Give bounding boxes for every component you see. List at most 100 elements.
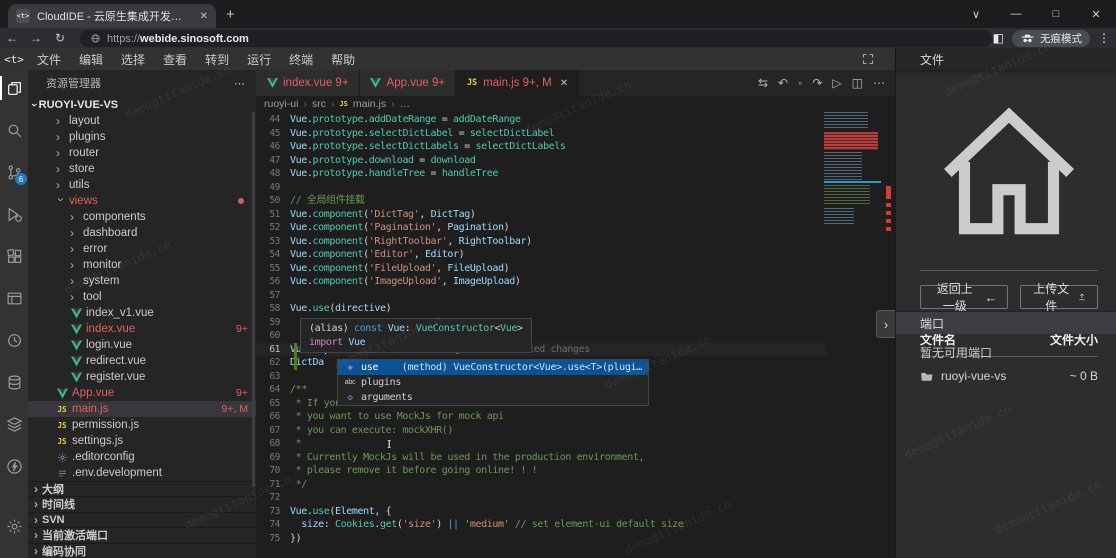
section-2[interactable]: ›SVN bbox=[28, 512, 256, 528]
incognito-badge: 无痕模式 bbox=[1012, 30, 1090, 47]
nav-back-icon[interactable]: ↶ bbox=[778, 76, 788, 90]
breadcrumb[interactable]: ruoyi-ui›src›JSmain.js›… bbox=[256, 96, 895, 112]
explorer-icon[interactable] bbox=[0, 76, 28, 100]
history-icon[interactable] bbox=[0, 328, 28, 352]
menu-item-6[interactable]: 终端 bbox=[280, 48, 322, 70]
tree-item-.env.development[interactable]: .env.development bbox=[28, 465, 256, 481]
file-row-ruoyi-vue-vs[interactable]: ruoyi-vue-vs~ 0 B bbox=[920, 369, 1098, 383]
sidebar-scrollbar[interactable] bbox=[252, 112, 255, 487]
suggest-item-use[interactable]: ◈use(method) VueConstructor<Vue>.use<T>(… bbox=[338, 360, 648, 375]
browser-menu-icon[interactable]: ⋮ bbox=[1098, 31, 1110, 45]
tree-item-monitor[interactable]: ›monitor bbox=[28, 257, 256, 273]
tree-item-layout[interactable]: ›layout bbox=[28, 113, 256, 129]
menu-item-7[interactable]: 帮助 bbox=[322, 48, 364, 70]
line-number: 46 bbox=[256, 140, 290, 154]
tree-item-login.vue[interactable]: login.vue bbox=[28, 337, 256, 353]
tree-item-store[interactable]: ›store bbox=[28, 161, 256, 177]
minimap[interactable] bbox=[824, 112, 881, 292]
nav-forward-icon[interactable]: ↷ bbox=[812, 76, 822, 90]
tree-item-views[interactable]: ›views bbox=[28, 193, 256, 209]
tree-item-permission.js[interactable]: JSpermission.js bbox=[28, 417, 256, 433]
panel-expand-chevron[interactable]: › bbox=[876, 310, 895, 338]
code-line-44: 44Vue.prototype.addDateRange = addDateRa… bbox=[256, 113, 826, 127]
menu-item-4[interactable]: 转到 bbox=[196, 48, 238, 70]
tree-item-App.vue[interactable]: App.vue9+ bbox=[28, 385, 256, 401]
menu-item-2[interactable]: 选择 bbox=[112, 48, 154, 70]
tree-item-index.vue[interactable]: index.vue9+ bbox=[28, 321, 256, 337]
browser-tab[interactable]: <t> CloudIDE - 云原生集成开发环境 ✕ bbox=[8, 4, 216, 28]
tree-item-utils[interactable]: ›utils bbox=[28, 177, 256, 193]
section-3[interactable]: ›当前激活端口 bbox=[28, 527, 256, 543]
tree-item-register.vue[interactable]: register.vue bbox=[28, 369, 256, 385]
code-line-50: 50// 全局组件挂载 bbox=[256, 194, 826, 208]
split-editor-icon[interactable]: ◫ bbox=[852, 76, 863, 90]
editor-tab-main.js[interactable]: JSmain.js 9+, M✕ bbox=[456, 70, 579, 96]
more-actions-icon[interactable]: ⋯ bbox=[873, 76, 885, 90]
tree-item-error[interactable]: ›error bbox=[28, 241, 256, 257]
tree-item-components[interactable]: ›components bbox=[28, 209, 256, 225]
menu-item-3[interactable]: 查看 bbox=[154, 48, 196, 70]
tree-item-router[interactable]: ›router bbox=[28, 145, 256, 161]
database-icon[interactable] bbox=[0, 370, 28, 394]
tree-item-plugins[interactable]: ›plugins bbox=[28, 129, 256, 145]
tree-root-ruoyi-vue-vs[interactable]: › RUOYI-VUE-VS bbox=[28, 96, 256, 113]
explorer-more-icon[interactable]: ⋯ bbox=[234, 77, 246, 90]
chevron-right-icon: › bbox=[56, 178, 65, 192]
source-control-icon[interactable]: 6 bbox=[0, 160, 28, 184]
breadcrumb-item[interactable]: … bbox=[400, 98, 411, 110]
tree-item-main.js[interactable]: JSmain.js9+, M bbox=[28, 401, 256, 417]
tab-close-icon[interactable]: ✕ bbox=[200, 11, 208, 22]
fullscreen-icon[interactable] bbox=[862, 53, 874, 65]
tree-item-system[interactable]: ›system bbox=[28, 273, 256, 289]
suggest-item-arguments[interactable]: ◇arguments bbox=[338, 390, 648, 405]
breadcrumb-item[interactable]: src bbox=[312, 98, 326, 110]
window-close-icon[interactable]: ✕ bbox=[1076, 0, 1116, 28]
settings-icon[interactable] bbox=[0, 514, 28, 538]
globe-icon bbox=[90, 33, 101, 44]
upload-file-button[interactable]: 上传文件 bbox=[1020, 285, 1098, 309]
section-0[interactable]: ›大纲 bbox=[28, 481, 256, 497]
menu-item-0[interactable]: 文件 bbox=[28, 48, 70, 70]
back-up-level-button[interactable]: 返回上一级 ← bbox=[920, 285, 1008, 309]
breadcrumb-item[interactable]: main.js bbox=[353, 98, 386, 110]
window-chevron-icon[interactable]: ∨ bbox=[956, 0, 996, 28]
line-number: 45 bbox=[256, 127, 290, 141]
preview-icon[interactable] bbox=[0, 286, 28, 310]
browser-back-icon[interactable]: ← bbox=[0, 31, 24, 45]
compare-icon[interactable]: ⇆ bbox=[758, 76, 768, 90]
extensions-icon[interactable] bbox=[0, 244, 28, 268]
search-icon[interactable] bbox=[0, 118, 28, 142]
tree-item-tool[interactable]: ›tool bbox=[28, 289, 256, 305]
browser-reload-icon[interactable]: ↻ bbox=[48, 31, 72, 45]
ports-section-header[interactable]: 端口 bbox=[896, 311, 1116, 334]
editor-tab-App.vue[interactable]: App.vue 9+ bbox=[360, 70, 457, 96]
run-debug-icon[interactable] bbox=[0, 202, 28, 226]
section-1[interactable]: ›时间线 bbox=[28, 496, 256, 512]
address-bar[interactable]: https://webide.sinosoft.com bbox=[80, 30, 992, 47]
new-tab-button[interactable]: + bbox=[226, 6, 235, 23]
section-4[interactable]: ›编码协同 bbox=[28, 543, 256, 558]
nav-dot-icon[interactable]: ◦ bbox=[798, 76, 802, 90]
layers-icon[interactable] bbox=[0, 412, 28, 436]
editor-group[interactable]: index.vue 9+App.vue 9+JSmain.js 9+, M✕ ⇆ ↶… bbox=[256, 70, 895, 558]
tree-item-index_v1.vue[interactable]: index_v1.vue bbox=[28, 305, 256, 321]
chevron-right-icon: › bbox=[56, 146, 65, 160]
power-icon[interactable] bbox=[0, 454, 28, 478]
window-minimize-icon[interactable]: — bbox=[996, 0, 1036, 28]
menu-item-5[interactable]: 运行 bbox=[238, 48, 280, 70]
breadcrumb-item[interactable]: ruoyi-ui bbox=[264, 98, 298, 110]
tree-item-redirect.vue[interactable]: redirect.vue bbox=[28, 353, 256, 369]
browser-forward-icon[interactable]: → bbox=[24, 31, 48, 45]
window-restore-icon[interactable]: □ bbox=[1036, 0, 1076, 28]
split-screen-icon[interactable]: ◧ bbox=[993, 31, 1004, 45]
suggest-item-plugins[interactable]: abcplugins bbox=[338, 375, 648, 390]
editor-tab-index.vue[interactable]: index.vue 9+ bbox=[256, 70, 360, 96]
tab-close-icon[interactable]: ✕ bbox=[560, 78, 568, 89]
tree-item-.editorconfig[interactable]: .editorconfig bbox=[28, 449, 256, 465]
struct-icon: ◇ bbox=[344, 393, 356, 403]
menu-item-1[interactable]: 编辑 bbox=[70, 48, 112, 70]
run-icon[interactable]: ▷ bbox=[832, 76, 841, 90]
home-icon[interactable] bbox=[920, 84, 1098, 262]
tree-item-settings.js[interactable]: JSsettings.js bbox=[28, 433, 256, 449]
tree-item-dashboard[interactable]: ›dashboard bbox=[28, 225, 256, 241]
